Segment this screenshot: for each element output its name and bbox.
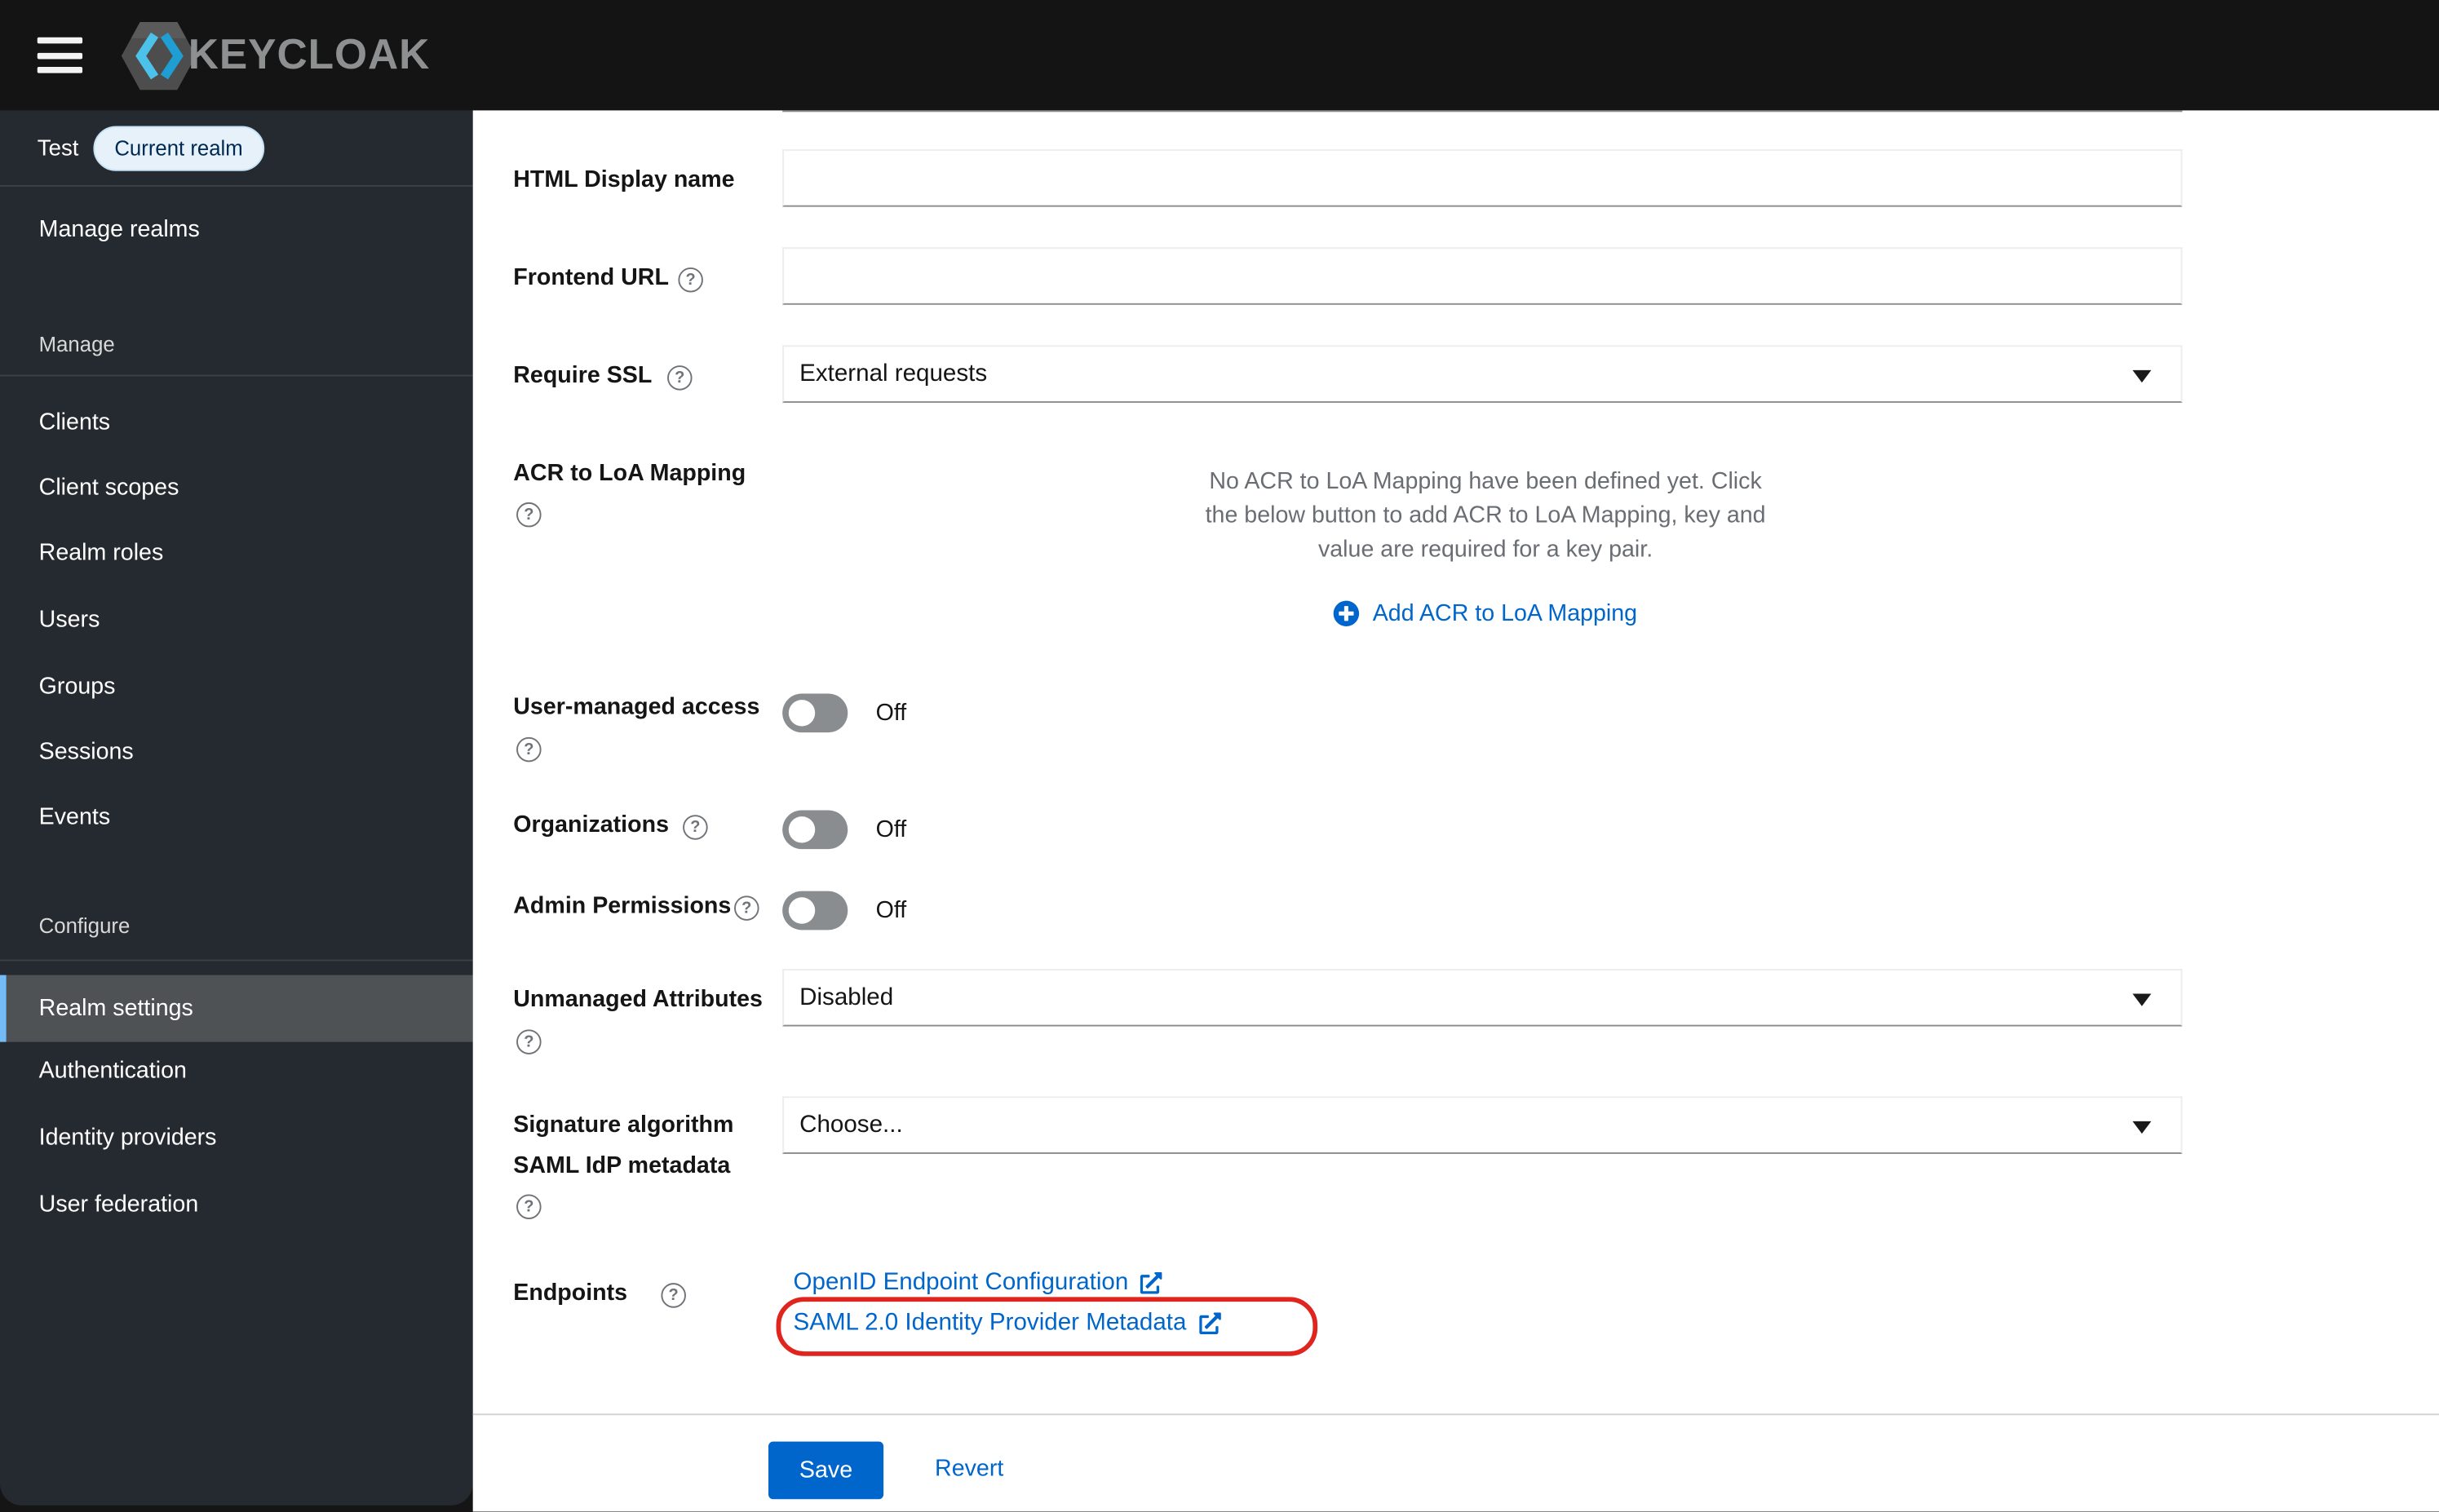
realm-name: Test xyxy=(37,135,79,161)
require-ssl-value: External requests xyxy=(799,360,988,387)
sidebar-item-groups[interactable]: Groups xyxy=(39,667,116,708)
signature-algorithm-select[interactable]: Choose... xyxy=(782,1096,2183,1154)
frontend-url-input[interactable] xyxy=(782,247,2183,305)
user-managed-access-label: User-managed access xyxy=(513,693,760,720)
help-icon[interactable]: ? xyxy=(683,815,708,840)
keycloak-hexagon-icon xyxy=(121,21,197,90)
realm-selector[interactable]: Test Current realm xyxy=(37,125,265,172)
help-icon[interactable]: ? xyxy=(516,1194,542,1220)
signature-algorithm-label-line1: Signature algorithm xyxy=(513,1112,734,1138)
chevron-down-icon xyxy=(2132,993,2152,1006)
admin-permissions-label: Admin Permissions xyxy=(513,892,732,919)
admin-permissions-state: Off xyxy=(875,897,907,924)
sidebar-item-sessions[interactable]: Sessions xyxy=(39,732,134,773)
help-icon[interactable]: ? xyxy=(667,365,693,391)
sidebar-item-realm-settings[interactable]: Realm settings xyxy=(0,975,473,1042)
save-button[interactable]: Save xyxy=(768,1441,884,1500)
organizations-state: Off xyxy=(875,816,907,843)
help-icon[interactable]: ? xyxy=(661,1283,686,1308)
hamburger-menu-icon[interactable] xyxy=(37,37,83,73)
unmanaged-attributes-value: Disabled xyxy=(799,984,894,1010)
help-icon[interactable]: ? xyxy=(516,736,542,763)
sidebar-item-clients[interactable]: Clients xyxy=(39,403,110,444)
link-label: SAML 2.0 Identity Provider Metadata xyxy=(793,1309,1187,1337)
plus-circle-icon xyxy=(1334,600,1360,626)
sidebar-item-events[interactable]: Events xyxy=(39,798,110,838)
saml-identity-provider-metadata-link[interactable]: SAML 2.0 Identity Provider Metadata xyxy=(794,1303,1221,1344)
html-display-name-label: HTML Display name xyxy=(513,166,735,193)
sidebar-item-user-federation[interactable]: User federation xyxy=(39,1185,199,1226)
sidebar-item-authentication[interactable]: Authentication xyxy=(39,1051,187,1092)
sidebar-item-realm-roles[interactable]: Realm roles xyxy=(39,533,164,574)
chevron-down-icon xyxy=(2132,369,2152,383)
user-managed-access-state: Off xyxy=(875,700,907,727)
masthead: KEYCLOAK xyxy=(0,0,2439,111)
cropped-input-border xyxy=(782,110,2183,113)
sidebar-item-manage-realms[interactable]: Manage realms xyxy=(39,210,200,250)
sidebar-divider xyxy=(0,184,473,187)
external-link-icon xyxy=(1140,1271,1163,1294)
brand-text: KEYCLOAK xyxy=(188,31,431,78)
revert-button[interactable]: Revert xyxy=(935,1449,1003,1490)
sidebar-item-label: Realm settings xyxy=(38,995,193,1022)
external-link-icon xyxy=(1198,1312,1221,1335)
help-icon[interactable]: ? xyxy=(678,267,703,293)
sidebar-section-manage: Manage xyxy=(38,333,115,356)
unmanaged-attributes-select[interactable]: Disabled xyxy=(782,968,2183,1027)
organizations-label: Organizations xyxy=(513,811,669,838)
organizations-toggle[interactable] xyxy=(782,810,848,850)
link-label: OpenID Endpoint Configuration xyxy=(793,1269,1129,1296)
sidebar-item-client-scopes[interactable]: Client scopes xyxy=(39,468,179,509)
help-icon[interactable]: ? xyxy=(516,1029,542,1054)
admin-permissions-toggle[interactable] xyxy=(782,891,848,931)
sidebar: Test Current realm Manage realms Manage … xyxy=(0,110,473,1505)
require-ssl-label: Require SSL xyxy=(513,362,653,389)
user-managed-access-toggle[interactable] xyxy=(782,693,848,733)
realm-settings-form: HTML Display name Frontend URL ? Require… xyxy=(472,110,2439,1512)
require-ssl-select[interactable]: External requests xyxy=(782,345,2183,403)
add-acr-mapping-label: Add ACR to LoA Mapping xyxy=(1372,600,1638,627)
signature-algorithm-label-line2: SAML IdP metadata xyxy=(513,1152,731,1179)
unmanaged-attributes-label: Unmanaged Attributes xyxy=(513,985,763,1013)
footer-divider xyxy=(472,1413,2439,1416)
chevron-down-icon xyxy=(2132,1121,2152,1134)
help-icon[interactable]: ? xyxy=(516,502,542,528)
help-icon[interactable]: ? xyxy=(734,895,759,921)
html-display-name-input[interactable] xyxy=(782,149,2183,207)
add-acr-mapping-button[interactable]: Add ACR to LoA Mapping xyxy=(1194,600,1776,626)
current-realm-badge: Current realm xyxy=(92,125,265,172)
sidebar-section-configure: Configure xyxy=(38,914,131,938)
keycloak-admin-console: KEYCLOAK Test Current realm Manage realm… xyxy=(0,0,2439,1512)
signature-algorithm-value: Choose... xyxy=(799,1111,903,1138)
acr-mapping-empty-text: No ACR to LoA Mapping have been defined … xyxy=(1205,467,1766,564)
endpoints-label: Endpoints xyxy=(513,1280,628,1306)
acr-mapping-label: ACR to LoA Mapping xyxy=(513,460,746,487)
keycloak-logo: KEYCLOAK xyxy=(118,14,430,96)
sidebar-item-users[interactable]: Users xyxy=(39,600,100,641)
openid-endpoint-configuration-link[interactable]: OpenID Endpoint Configuration xyxy=(794,1262,1163,1303)
sidebar-divider xyxy=(0,374,473,377)
sidebar-item-identity-providers[interactable]: Identity providers xyxy=(39,1118,217,1159)
frontend-url-label: Frontend URL xyxy=(513,264,669,291)
sidebar-divider xyxy=(0,959,473,962)
